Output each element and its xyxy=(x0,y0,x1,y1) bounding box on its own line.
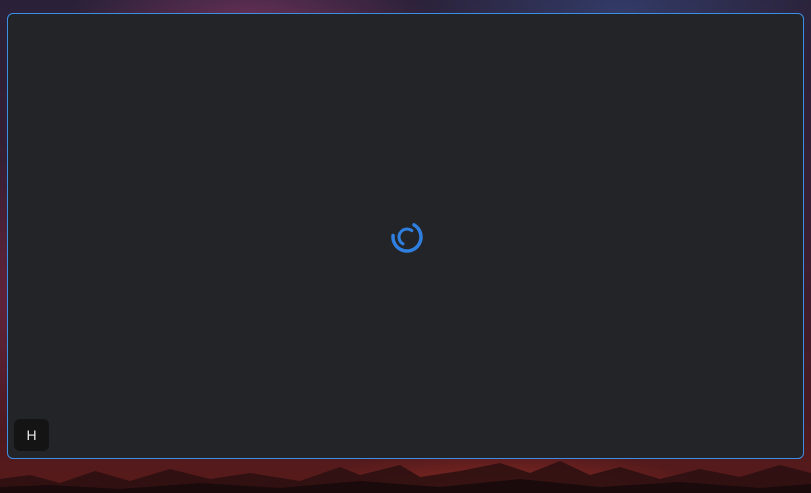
loading-spinner-icon xyxy=(391,221,423,253)
desktop-background: H xyxy=(0,0,811,493)
loading-spinner xyxy=(390,220,424,254)
hint-badge[interactable]: H xyxy=(14,419,49,451)
wallpaper-rock-silhouette xyxy=(0,461,811,493)
app-window: H xyxy=(7,13,804,459)
